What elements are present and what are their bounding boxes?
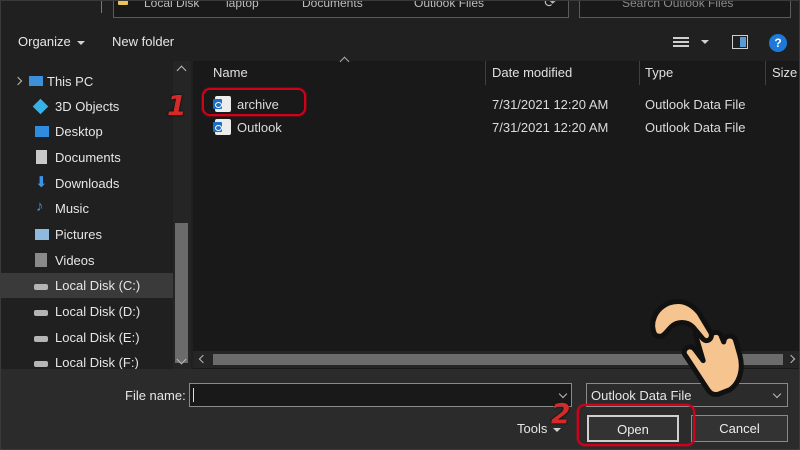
drive-icon <box>34 284 48 290</box>
search-icon <box>594 0 606 1</box>
drive-icon <box>34 361 48 367</box>
nav-item-label: Local Disk (C:) <box>55 278 141 293</box>
chevron-down-icon <box>772 389 782 399</box>
column-header-row: Name Date modified Type Size <box>193 56 799 85</box>
file-date: 7/31/2021 12:20 AM <box>492 120 609 135</box>
nav-item-local-disk-c[interactable]: Local Disk (C:) <box>1 273 173 298</box>
nav-item-label: 3D Objects <box>55 99 120 114</box>
tools-label: Tools <box>517 421 548 436</box>
pc-icon <box>29 76 43 86</box>
nav-item-label: Desktop <box>55 124 103 139</box>
help-icon[interactable]: ? <box>769 34 787 52</box>
nav-item-music[interactable]: ♪ Music <box>1 196 173 221</box>
column-header-date[interactable]: Date modified <box>492 65 572 80</box>
drive-icon <box>34 336 48 342</box>
nav-item-desktop[interactable]: Desktop <box>1 119 173 144</box>
desktop-icon <box>35 126 49 137</box>
column-header-size[interactable]: Size <box>772 65 797 80</box>
column-header-type[interactable]: Type <box>645 65 673 80</box>
preview-pane-icon[interactable] <box>732 35 748 49</box>
expand-chevron-icon[interactable] <box>13 76 23 86</box>
view-details-icon[interactable] <box>673 37 689 49</box>
step-2-number: 2 <box>551 397 571 430</box>
nav-item-documents[interactable]: Documents <box>1 145 173 170</box>
nav-item-label: Documents <box>55 150 121 165</box>
column-header-name[interactable]: Name <box>213 65 248 80</box>
file-name: Outlook <box>237 120 282 135</box>
document-icon <box>36 150 47 164</box>
nav-item-label: Local Disk (E:) <box>55 330 140 345</box>
file-open-dialog: Local Disk laptop Documents Outlook File… <box>0 0 800 450</box>
breadcrumb-outlook-files[interactable]: Outlook Files <box>414 1 484 10</box>
step-1-number: 1 <box>167 89 187 122</box>
navigation-pane: This PC 3D Objects Desktop Documents ⬇ D… <box>1 61 191 370</box>
nav-item-label: Local Disk (F:) <box>55 355 139 370</box>
nav-item-this-pc[interactable]: This PC <box>1 69 173 94</box>
toolbar-separator <box>101 1 102 13</box>
nav-item-pictures[interactable]: Pictures <box>1 222 173 247</box>
address-bar[interactable]: Local Disk laptop Documents Outlook File… <box>113 1 569 18</box>
breadcrumb-laptop[interactable]: laptop <box>226 1 259 10</box>
nav-item-local-disk-e[interactable]: Local Disk (E:) <box>1 325 173 350</box>
file-name-input[interactable] <box>189 383 572 407</box>
column-divider[interactable] <box>765 61 766 85</box>
download-icon: ⬇ <box>35 174 48 191</box>
scroll-up-icon[interactable] <box>176 65 187 76</box>
address-bar-area: Local Disk laptop Documents Outlook File… <box>1 0 799 21</box>
pointing-hand-icon <box>650 298 744 398</box>
file-row-outlook[interactable]: Outlook 7/31/2021 12:20 AM Outlook Data … <box>193 117 799 139</box>
drive-icon <box>34 310 48 316</box>
nav-item-label: This PC <box>47 74 94 89</box>
nav-item-label: Downloads <box>55 176 120 191</box>
breadcrumb-documents[interactable]: Documents <box>302 1 363 10</box>
step-1-highlight <box>202 88 306 116</box>
cube-icon <box>32 98 49 115</box>
picture-icon <box>35 229 49 240</box>
nav-item-label: Music <box>55 201 89 216</box>
column-divider[interactable] <box>485 61 486 85</box>
step-2-highlight <box>577 404 695 446</box>
search-input[interactable]: Search Outlook Files <box>579 0 791 18</box>
nav-item-3d-objects[interactable]: 3D Objects <box>1 94 173 119</box>
search-placeholder: Search Outlook Files <box>622 0 734 10</box>
view-options-chevron-icon[interactable] <box>701 40 709 44</box>
nav-item-downloads[interactable]: ⬇ Downloads <box>1 171 173 196</box>
refresh-icon[interactable]: ⟳ <box>544 1 556 11</box>
chevron-down-icon <box>76 40 85 45</box>
nav-item-label: Local Disk (D:) <box>55 304 141 319</box>
file-name-label: File name: <box>125 388 186 403</box>
organize-button[interactable]: Organize <box>18 34 85 49</box>
scroll-right-icon[interactable] <box>786 354 796 364</box>
file-type: Outlook Data File <box>645 120 746 135</box>
nav-item-label: Pictures <box>55 227 102 242</box>
organize-label: Organize <box>18 34 71 49</box>
breadcrumb-local-disk[interactable]: Local Disk <box>144 1 199 10</box>
file-date: 7/31/2021 12:20 AM <box>492 97 609 112</box>
new-folder-button[interactable]: New folder <box>112 34 174 49</box>
scroll-left-icon[interactable] <box>198 354 208 364</box>
column-divider[interactable] <box>639 61 640 85</box>
cancel-button[interactable]: Cancel <box>691 415 788 442</box>
text-cursor <box>193 388 194 402</box>
nav-item-label: Videos <box>55 253 95 268</box>
video-icon <box>35 253 47 267</box>
file-type: Outlook Data File <box>645 97 746 112</box>
folder-icon <box>118 1 128 5</box>
outlook-data-file-icon <box>213 119 231 135</box>
nav-item-local-disk-d[interactable]: Local Disk (D:) <box>1 299 173 324</box>
command-bar: Organize New folder ? <box>1 25 799 61</box>
music-icon: ♪ <box>36 198 44 215</box>
nav-item-videos[interactable]: Videos <box>1 248 173 273</box>
scrollbar-thumb[interactable] <box>175 223 188 363</box>
